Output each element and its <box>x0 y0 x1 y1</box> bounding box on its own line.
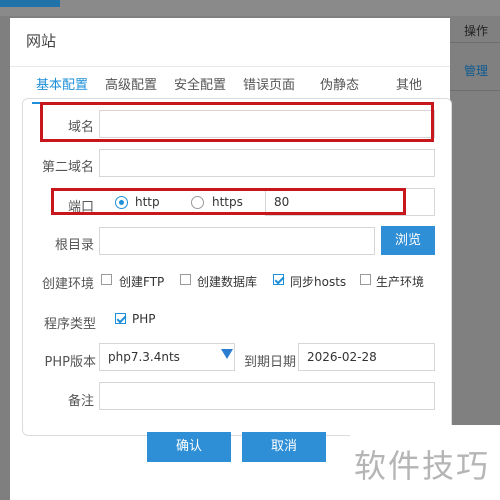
background-topbar <box>0 0 500 16</box>
php-version-label: PHP版本 <box>44 355 96 370</box>
port-highlight-box <box>51 188 406 215</box>
domain-highlight-box <box>40 102 434 142</box>
root-dir-label: 根目录 <box>54 238 94 253</box>
create-ftp-label: 创建FTP <box>119 275 165 289</box>
title-divider <box>10 66 450 67</box>
background-manage-link: 管理 <box>464 64 489 78</box>
tab-rewrite[interactable]: 伪静态 <box>320 74 359 93</box>
watermark-text: 软件技巧 <box>354 447 491 485</box>
background-accent-bar <box>0 0 60 7</box>
program-type-label: 程序类型 <box>43 317 96 332</box>
sync-hosts-checkbox[interactable] <box>273 274 284 285</box>
background-operation-header: 操作 <box>464 24 489 38</box>
cancel-button[interactable]: 取消 <box>242 432 326 462</box>
tab-basic-config[interactable]: 基本配置 <box>36 74 88 93</box>
create-ftp-checkbox[interactable] <box>101 274 112 285</box>
tab-other[interactable]: 其他 <box>396 74 422 93</box>
root-dir-input[interactable] <box>99 227 375 255</box>
create-db-label: 创建数据库 <box>197 275 258 289</box>
php-version-select[interactable]: php7.3.4nts <box>99 343 235 371</box>
tab-error-pages[interactable]: 错误页面 <box>243 74 295 93</box>
production-env-checkbox[interactable] <box>360 274 371 285</box>
chevron-down-icon[interactable] <box>221 349 233 359</box>
confirm-button[interactable]: 确认 <box>147 432 231 462</box>
php-checkbox[interactable] <box>115 313 126 324</box>
dialog-title: 网站 <box>26 32 57 50</box>
production-env-label: 生产环境 <box>376 275 425 289</box>
second-domain-label: 第二域名 <box>41 160 94 175</box>
sync-hosts-label: 同步hosts <box>290 275 347 289</box>
background-divider <box>450 42 500 43</box>
create-db-checkbox[interactable] <box>180 274 191 285</box>
remark-label: 备注 <box>67 394 94 409</box>
remark-input[interactable] <box>99 382 435 410</box>
php-label: PHP <box>132 312 156 326</box>
second-domain-input[interactable] <box>99 149 435 177</box>
tab-advanced-config[interactable]: 高级配置 <box>105 74 157 93</box>
expire-date-input[interactable]: 2026-02-28 <box>298 343 435 371</box>
background-divider <box>450 90 500 91</box>
expire-date-label: 到期日期 <box>243 355 296 370</box>
browse-button[interactable]: 浏览 <box>381 226 435 255</box>
tab-security-config[interactable]: 安全配置 <box>174 74 226 93</box>
env-label: 创建环境 <box>41 277 94 292</box>
tab-bar: 基本配置 高级配置 安全配置 错误页面 伪静态 其他 <box>30 74 440 102</box>
